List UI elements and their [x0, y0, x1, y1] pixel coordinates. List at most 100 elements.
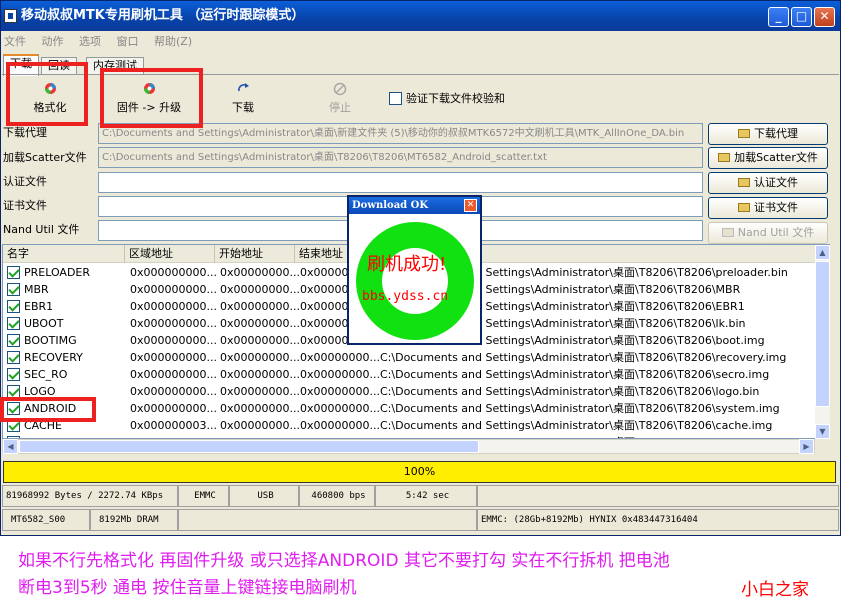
dialog-close-icon[interactable]: ✕	[464, 199, 477, 212]
row-path: C:\Documents and Settings\Administrator\…	[380, 385, 760, 398]
nand-util-button[interactable]: Nand Util 文件	[708, 222, 828, 244]
scatter-file-button-label: 加载Scatter文件	[734, 151, 818, 164]
maximize-button[interactable]: □	[791, 7, 812, 27]
nand-util-button-label: Nand Util 文件	[737, 226, 815, 239]
stop-label: 停止	[329, 101, 351, 114]
row-checkbox[interactable]	[7, 334, 20, 347]
row-end: 0x00000000...	[300, 419, 380, 432]
field-label-cert: 证书文件	[3, 199, 47, 212]
col-region[interactable]: 区域地址	[125, 245, 215, 263]
row-checkbox[interactable]	[7, 300, 20, 313]
row-region: 0x000000000...	[130, 385, 217, 398]
menu-file[interactable]: 文件	[4, 35, 26, 48]
row-start: 0x00000000...	[220, 402, 300, 415]
status-empty-2	[178, 509, 477, 531]
folder-icon	[738, 178, 750, 187]
row-checkbox[interactable]	[7, 283, 20, 296]
scatter-file-button[interactable]: 加载Scatter文件	[708, 147, 828, 169]
row-end: 0x00000000...	[300, 402, 380, 415]
scroll-thumb[interactable]	[815, 261, 830, 407]
menu-options[interactable]: 选项	[79, 35, 101, 48]
scroll-up-icon[interactable]: ▲	[815, 245, 830, 260]
row-path: C:\Documents and Settings\Administrator\…	[380, 351, 787, 364]
col-name[interactable]: 名字	[3, 245, 125, 263]
row-end: 0x00000000...	[300, 385, 380, 398]
row-checkbox[interactable]	[7, 317, 20, 330]
row-region: 0x000000000...	[130, 266, 217, 279]
row-region: 0x000000000...	[130, 334, 217, 347]
scroll-left-icon[interactable]: ◀	[3, 439, 18, 454]
table-row[interactable]: CACHE 0x000000003... 0x00000000... 0x000000…	[3, 417, 829, 434]
status-storage: EMMC	[178, 485, 229, 507]
row-start: 0x00000000...	[220, 385, 300, 398]
da-file-button[interactable]: 下载代理	[708, 123, 828, 145]
horizontal-scrollbar[interactable]: ◀ ▶	[2, 439, 815, 454]
row-checkbox[interactable]	[7, 368, 20, 381]
folder-icon	[718, 153, 731, 162]
menu-help[interactable]: 帮助(Z)	[154, 35, 192, 48]
download-label: 下载	[232, 101, 254, 114]
close-button[interactable]: ✕	[814, 7, 835, 27]
highlight-upgrade	[100, 68, 203, 128]
minimize-button[interactable]: _	[768, 7, 789, 27]
row-end: 0x00000000...	[300, 351, 380, 364]
download-arrow-icon	[236, 82, 250, 95]
scatter-file-input[interactable]: C:\Documents and Settings\Administrator\…	[98, 147, 703, 168]
row-start: 0x00000000...	[220, 334, 300, 347]
auth-file-input[interactable]	[98, 172, 703, 193]
status-baud: 460800 bps	[299, 485, 375, 507]
col-start[interactable]: 开始地址	[215, 245, 295, 263]
row-start: 0x00000000...	[220, 317, 300, 330]
scroll-down-icon[interactable]: ▼	[815, 424, 830, 439]
cert-file-button[interactable]: 证书文件	[708, 197, 828, 219]
success-ring	[356, 222, 474, 340]
status-bytes: 81968992 Bytes / 2272.74 KBps	[2, 485, 178, 507]
download-button[interactable]: 下载	[223, 79, 263, 121]
scroll-right-icon[interactable]: ▶	[799, 439, 814, 454]
title-bar[interactable]: 移动叔叔MTK专用刷机工具 （运行时跟踪模式） _ □ ✕	[1, 1, 840, 31]
field-label-auth: 认证文件	[3, 175, 47, 188]
table-row[interactable]: LOGO 0x000000000... 0x00000000... 0x0000000…	[3, 383, 829, 400]
row-region: 0x000000000...	[130, 368, 217, 381]
table-row[interactable]: SEC_RO 0x000000000... 0x00000000... 0x00000…	[3, 366, 829, 383]
status-emmc: EMMC: (28Gb+8192Mb) HYNIX 0x483447316404	[477, 509, 839, 531]
window-title: 移动叔叔MTK专用刷机工具 （运行时跟踪模式）	[21, 8, 305, 23]
menu-window[interactable]: 窗口	[117, 35, 139, 48]
row-start: 0x00000000...	[220, 283, 300, 296]
scroll-h-thumb[interactable]	[19, 440, 479, 453]
dialog-title: Download OK	[349, 197, 480, 214]
status-time: 5:42 sec	[375, 485, 477, 507]
instruction-line-2: 断电3到5秒 通电 按住音量上键链接电脑刷机	[18, 578, 357, 598]
menu-bar: 文件 动作 选项 窗口 帮助(Z)	[1, 32, 840, 52]
menu-action[interactable]: 动作	[42, 35, 64, 48]
instruction-line-1: 如果不行先格式化 再固件升级 或只选择ANDROID 其它不要打勾 实在不行拆机…	[18, 551, 670, 571]
row-checkbox[interactable]	[7, 351, 20, 364]
site-watermark: bbs.ydss.cn	[362, 289, 449, 304]
row-region: 0x000000000...	[130, 283, 217, 296]
row-start: 0x00000000...	[220, 368, 300, 381]
field-label-scatter: 加载Scatter文件	[3, 151, 87, 164]
verify-checkbox-label: 验证下载文件校验和	[406, 92, 505, 105]
row-region: 0x000000000...	[130, 351, 217, 364]
download-progress-bar: 100%	[3, 461, 836, 483]
brand-label: 小白之家	[741, 580, 809, 600]
row-name: PRELOADER	[24, 266, 91, 279]
row-region: 0x000000000...	[130, 402, 217, 415]
folder-icon	[738, 129, 750, 138]
row-name: SEC_RO	[24, 368, 68, 381]
download-ok-dialog: Download OK ✕ 刷机成功! bbs.ydss.cn	[347, 195, 482, 345]
row-region: 0x000000000...	[130, 317, 217, 330]
verify-checkbox[interactable]	[389, 92, 402, 105]
table-row[interactable]: ANDROID 0x000000000... 0x00000000... 0x0000…	[3, 400, 829, 417]
stop-button[interactable]: 停止	[320, 79, 360, 121]
vertical-scrollbar[interactable]: ▲ ▼	[815, 245, 830, 439]
row-name: RECOVERY	[24, 351, 83, 364]
row-start: 0x00000000...	[220, 351, 300, 364]
highlight-format	[6, 62, 88, 126]
cert-file-button-label: 证书文件	[754, 201, 798, 214]
app-icon	[4, 9, 17, 23]
auth-file-button[interactable]: 认证文件	[708, 172, 828, 194]
row-name: UBOOT	[24, 317, 64, 330]
row-checkbox[interactable]	[7, 266, 20, 279]
table-row[interactable]: RECOVERY 0x000000000... 0x00000000... 0x000…	[3, 349, 829, 366]
